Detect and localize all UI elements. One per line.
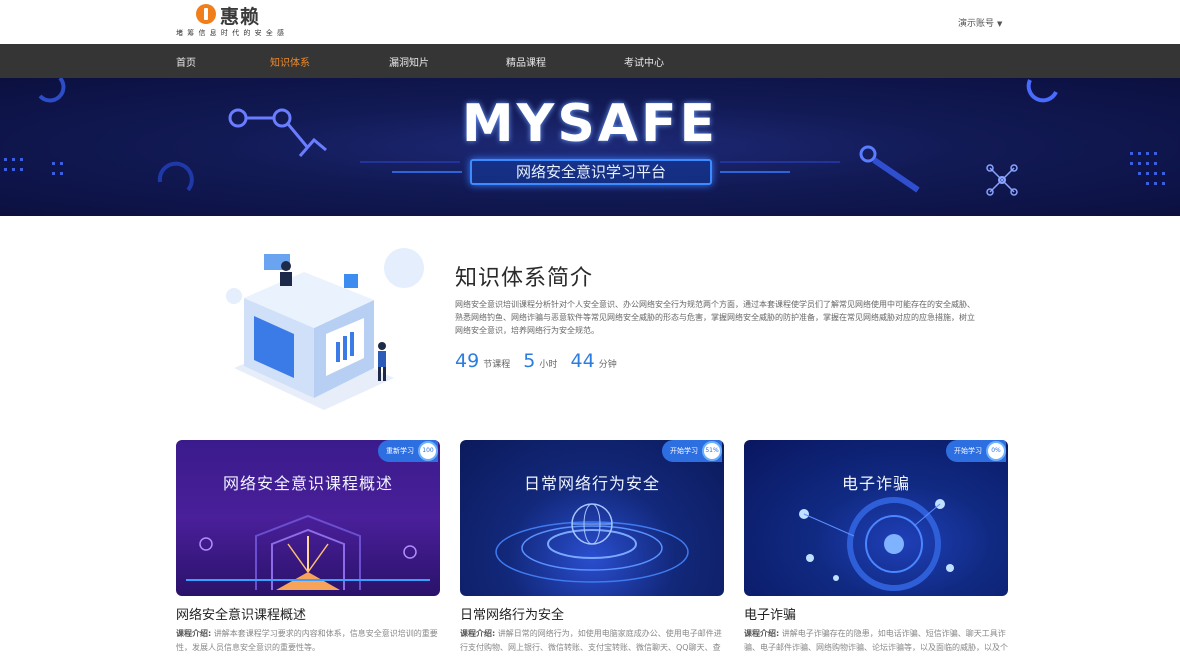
nav-item-knowledge-system[interactable]: 知识体系 <box>270 54 310 69</box>
nav-item-vulnerability-clips[interactable]: 漏洞知片 <box>389 54 429 69</box>
stat-hours-unit: 小时 <box>539 360 558 370</box>
nav-item-exam-center[interactable]: 考试中心 <box>624 54 664 69</box>
account-label: 演示账号 <box>958 19 995 29</box>
stat-minutes-unit: 分钟 <box>598 360 617 370</box>
hero-banner: MYSAFE 网络安全意识学习平台 <box>0 78 1180 216</box>
intro-heading: 知识体系简介 <box>455 266 594 291</box>
course-description: 课程介绍: 讲解本套课程学习要求的内容和体系，信息安全意识培训的重要性，发展人员… <box>176 627 440 655</box>
logo-icon <box>196 4 216 24</box>
course-card[interactable]: 日常网络行为安全 开始学习 51% 日常网络行为安全 课程介绍: 讲解日常的网络… <box>460 440 724 655</box>
course-thumbnail[interactable]: 电子诈骗 开始学习 0% <box>744 440 1008 596</box>
open-book-icon <box>186 514 430 590</box>
banner-title: MYSAFE <box>461 94 719 154</box>
chevron-down-icon: ▼ <box>997 20 1003 28</box>
desc-label: 课程介绍: <box>744 629 780 638</box>
badge-label: 开始学习 <box>670 447 698 455</box>
knowledge-system-illustration-icon <box>226 248 424 410</box>
course-card[interactable]: 网络安全意识课程概述 重新学习 100 网络安全意识课程概述 课程介绍: 讲解本… <box>176 440 440 655</box>
main-nav: 首页 知识体系 漏洞知片 精品课程 考试中心 <box>0 44 1180 78</box>
course-card[interactable]: 电子诈骗 开始学习 0% 电子诈骗 课程介绍: 讲解电子诈骗存在的隐患，如电话诈… <box>744 440 1008 655</box>
globe-network-icon <box>495 503 689 583</box>
fraud-eye-icon <box>799 497 954 591</box>
stat-lessons-value: 49 <box>455 350 480 372</box>
course-thumbnail[interactable]: 网络安全意识课程概述 重新学习 100 <box>176 440 440 596</box>
course-title[interactable]: 网络安全意识课程概述 <box>176 604 440 623</box>
stat-hours-value: 5 <box>523 350 536 372</box>
course-progress-badge[interactable]: 重新学习 100 <box>378 440 438 462</box>
badge-progress: 51% <box>702 441 722 461</box>
nav-item-home[interactable]: 首页 <box>176 54 196 69</box>
desc-text: 讲解电子诈骗存在的隐患，如电话诈骗、短信诈骗、聊天工具诈骗、电子邮件诈骗、网络购… <box>744 629 1008 652</box>
nav-item-featured-courses[interactable]: 精品课程 <box>506 54 546 69</box>
site-logo[interactable]: 惠赖 堵 筹 信 息 时 代 的 安 全 感 <box>176 2 296 40</box>
badge-progress: 0% <box>986 441 1006 461</box>
course-progress-badge[interactable]: 开始学习 51% <box>662 440 722 462</box>
course-progress-badge[interactable]: 开始学习 0% <box>946 440 1006 462</box>
course-thumbnail[interactable]: 日常网络行为安全 开始学习 51% <box>460 440 724 596</box>
badge-label: 重新学习 <box>386 447 414 455</box>
course-title[interactable]: 电子诈骗 <box>744 604 1008 623</box>
course-stats: 49 节课程 5 小时 44 分钟 <box>455 350 625 372</box>
course-title[interactable]: 日常网络行为安全 <box>460 604 724 623</box>
badge-label: 开始学习 <box>954 447 982 455</box>
course-description: 课程介绍: 讲解电子诈骗存在的隐患，如电话诈骗、短信诈骗、聊天工具诈骗、电子邮件… <box>744 627 1008 655</box>
badge-progress: 100 <box>418 441 438 461</box>
intro-description: 网络安全意识培训课程分析针对个人安全意识、办公网络安全行为规范两个方面，通过本套… <box>455 300 975 335</box>
logo-slogan: 堵 筹 信 息 时 代 的 安 全 感 <box>176 29 286 37</box>
banner-subtitle: 网络安全意识学习平台 <box>392 159 790 185</box>
logo-name: 惠赖 <box>220 6 261 28</box>
account-menu[interactable]: 演示账号 ▼ <box>958 16 1002 29</box>
desc-text: 讲解本套课程学习要求的内容和体系，信息安全意识培训的重要性，发展人员信息安全意识… <box>176 629 438 652</box>
desc-label: 课程介绍: <box>460 629 496 638</box>
stat-lessons-unit: 节课程 <box>483 360 511 370</box>
desc-text: 讲解日常的网络行为，如使用电脑家庭成办公、使用电子邮件进行支付购物、网上银行、微… <box>460 629 722 652</box>
top-header: 惠赖 堵 筹 信 息 时 代 的 安 全 感 演示账号 ▼ <box>0 0 1180 44</box>
stat-minutes-value: 44 <box>570 350 595 372</box>
course-description: 课程介绍: 讲解日常的网络行为，如使用电脑家庭成办公、使用电子邮件进行支付购物、… <box>460 627 724 655</box>
desc-label: 课程介绍: <box>176 629 212 638</box>
